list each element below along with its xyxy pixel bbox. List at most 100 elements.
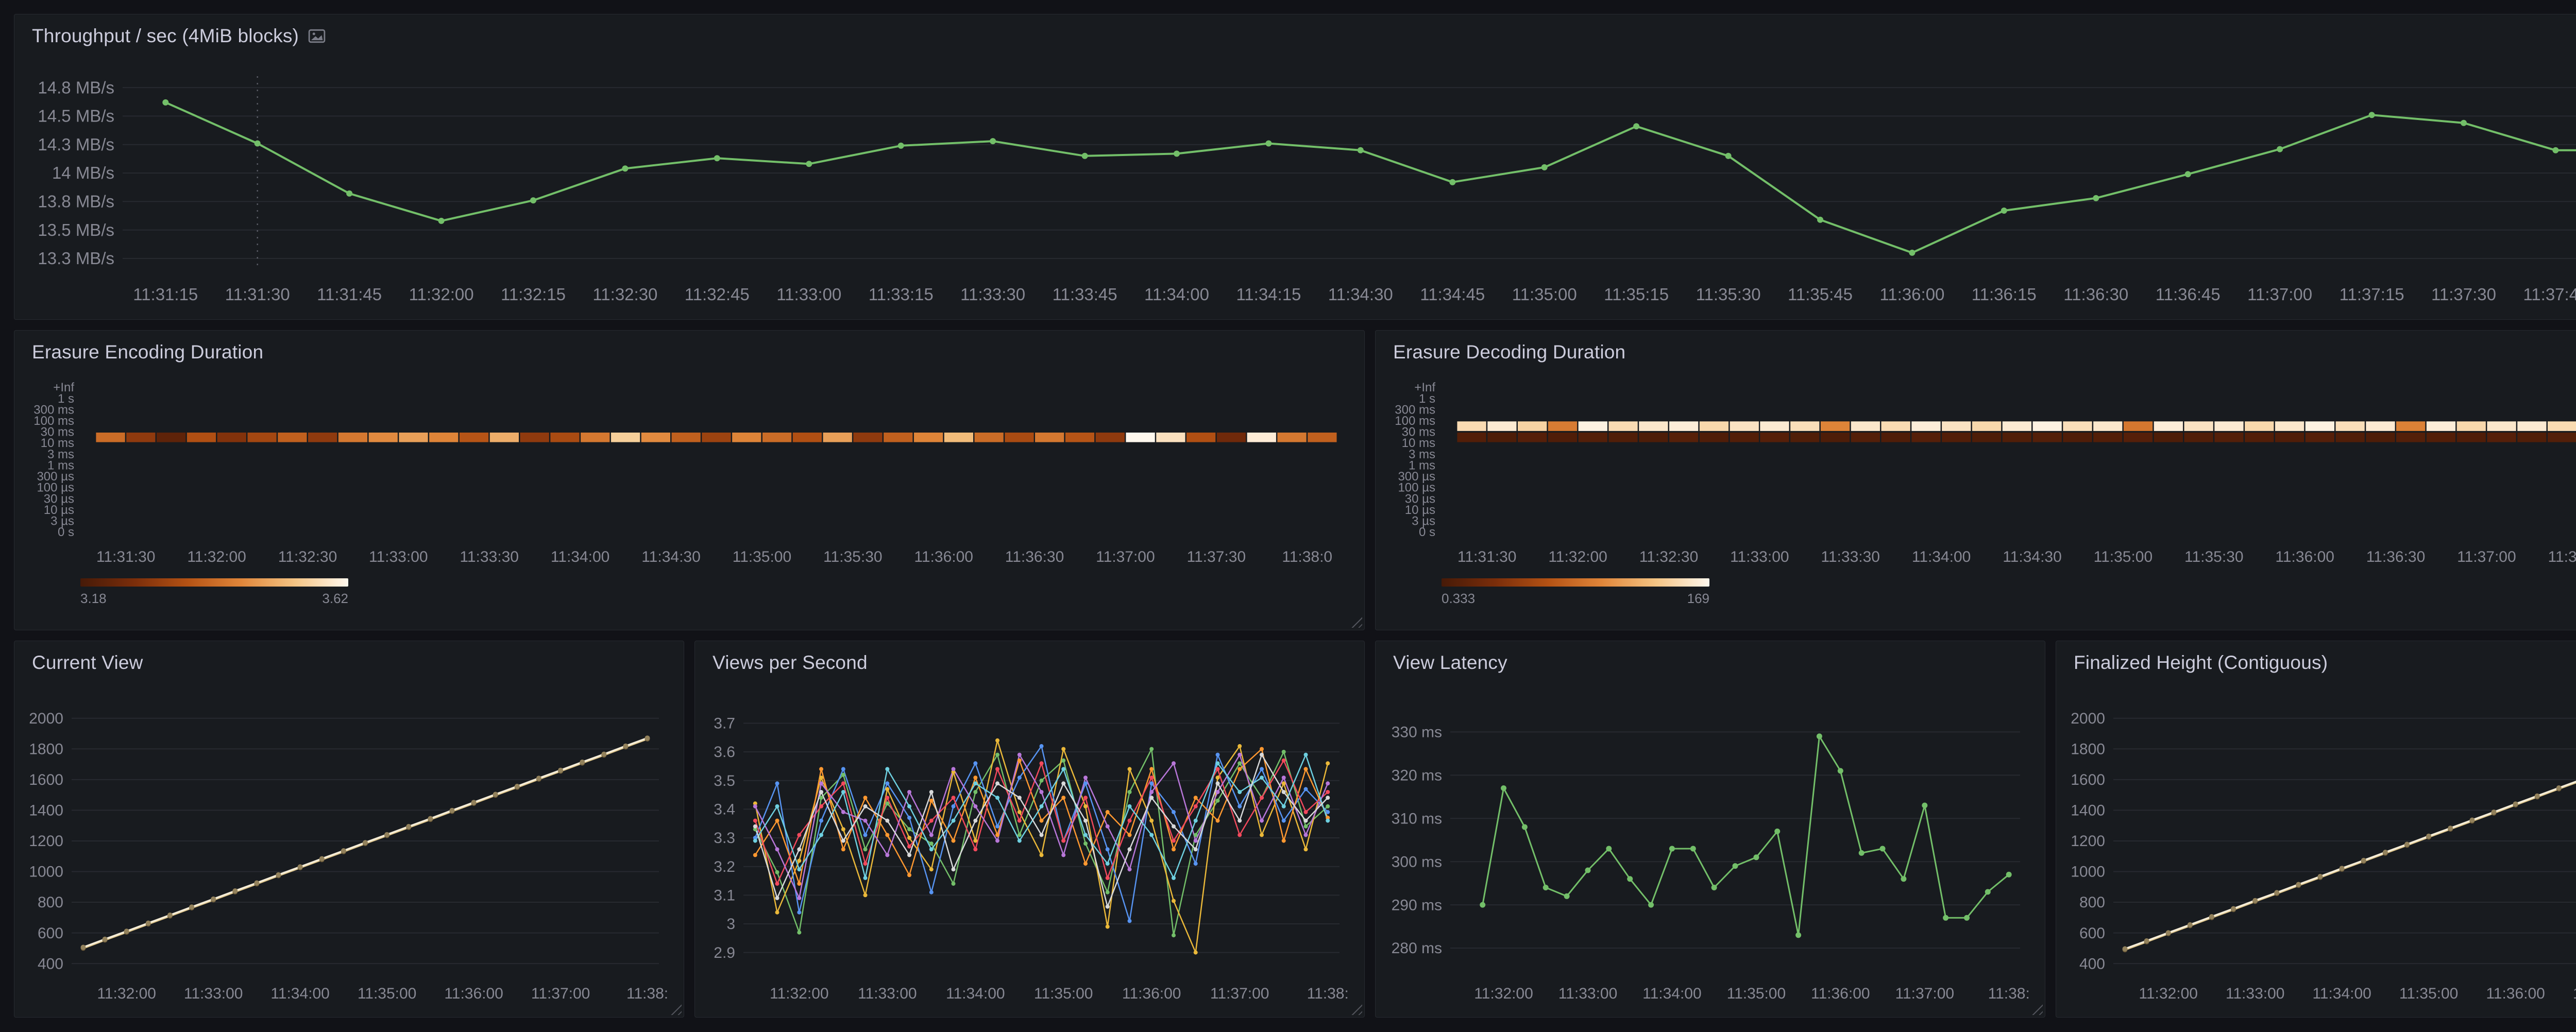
svg-text:11:35:00: 11:35:00 xyxy=(1727,985,1786,1002)
svg-text:11:35:30: 11:35:30 xyxy=(2184,548,2244,565)
panel-body-erasure-decoding: +Inf1 s300 ms100 ms30 ms10 ms3 ms1 ms300… xyxy=(1376,374,2576,630)
svg-text:11:38:: 11:38: xyxy=(1988,985,2030,1002)
svg-text:13.5 MB/s: 13.5 MB/s xyxy=(38,220,114,239)
svg-text:11:32:00: 11:32:00 xyxy=(770,985,829,1002)
panel-title-throughput: Throughput / sec (4MiB blocks) xyxy=(32,25,299,47)
svg-text:11:33:30: 11:33:30 xyxy=(960,285,1025,304)
panel-erasure-decoding: Erasure Decoding Duration +Inf1 s300 ms1… xyxy=(1375,330,2576,630)
svg-text:11:35:30: 11:35:30 xyxy=(1696,285,1761,304)
svg-text:11:38:: 11:38: xyxy=(1307,985,1349,1002)
views-per-second-chart[interactable]: 3.73.63.53.43.33.23.132.911:32:0011:33:0… xyxy=(700,684,1359,1012)
svg-text:1400: 1400 xyxy=(2071,802,2105,819)
svg-text:11:35:00: 11:35:00 xyxy=(1034,985,1093,1002)
svg-text:800: 800 xyxy=(2079,894,2105,911)
panel-header-view-latency[interactable]: View Latency xyxy=(1376,641,2045,684)
view-latency-chart[interactable]: 330 ms320 ms310 ms300 ms290 ms280 ms11:3… xyxy=(1381,684,2040,1012)
svg-text:11:35:30: 11:35:30 xyxy=(823,548,883,565)
svg-text:1800: 1800 xyxy=(2071,741,2105,758)
svg-text:11:34:15: 11:34:15 xyxy=(1236,285,1301,304)
svg-text:400: 400 xyxy=(2079,955,2105,972)
erasure-encoding-heatmap[interactable]: +Inf1 s300 ms100 ms30 ms10 ms3 ms1 ms300… xyxy=(20,374,1359,571)
svg-text:280 ms: 280 ms xyxy=(1392,940,1442,957)
svg-text:11:37:30: 11:37:30 xyxy=(2431,285,2496,304)
svg-text:11:36:00: 11:36:00 xyxy=(444,985,503,1002)
panel-body-throughput: 14.8 MB/s14.5 MB/s14.3 MB/s14 MB/s13.8 M… xyxy=(14,58,2576,319)
throughput-chart[interactable]: 14.8 MB/s14.5 MB/s14.3 MB/s14 MB/s13.8 M… xyxy=(20,58,2576,314)
finalized-height-chart[interactable]: 20001800160014001200100080060040011:32:0… xyxy=(2061,684,2576,1012)
svg-text:11:33:00: 11:33:00 xyxy=(1730,548,1789,565)
decoding-color-scale-gradient xyxy=(1442,578,1709,587)
panel-erasure-encoding: Erasure Encoding Duration +Inf1 s300 ms1… xyxy=(14,330,1365,630)
svg-text:11:37:30: 11:37:30 xyxy=(2548,548,2576,565)
svg-text:14.8 MB/s: 14.8 MB/s xyxy=(38,78,114,97)
panel-header-current-view[interactable]: Current View xyxy=(14,641,684,684)
decoding-scale-max: 169 xyxy=(1687,591,1709,607)
svg-text:11:34:00: 11:34:00 xyxy=(551,548,610,565)
current-view-chart[interactable]: 20001800160014001200100080060040011:32:0… xyxy=(20,684,679,1012)
svg-text:11:33:30: 11:33:30 xyxy=(460,548,519,565)
svg-text:11:32:00: 11:32:00 xyxy=(409,285,474,304)
svg-text:11:34:00: 11:34:00 xyxy=(1642,985,1702,1002)
svg-text:11:36:30: 11:36:30 xyxy=(2366,548,2426,565)
svg-text:11:37:00: 11:37:00 xyxy=(2573,985,2576,1002)
svg-text:11:32:00: 11:32:00 xyxy=(1548,548,1607,565)
svg-text:3.5: 3.5 xyxy=(714,772,735,789)
svg-text:11:35:00: 11:35:00 xyxy=(2094,548,2153,565)
panel-header-erasure-decoding[interactable]: Erasure Decoding Duration xyxy=(1376,331,2576,374)
panel-views-per-second: Views per Second 3.73.63.53.43.33.23.132… xyxy=(694,641,1365,1018)
svg-text:3.1: 3.1 xyxy=(714,887,735,904)
svg-text:11:38:0: 11:38:0 xyxy=(1282,548,1332,565)
svg-text:11:35:00: 11:35:00 xyxy=(2399,985,2459,1002)
decoding-scale-min: 0.333 xyxy=(1442,591,1475,607)
svg-text:300 ms: 300 ms xyxy=(1392,853,1442,870)
svg-text:330 ms: 330 ms xyxy=(1392,724,1442,741)
dashboard-row-3: Current View 200018001600140012001000800… xyxy=(14,641,2576,1018)
svg-text:14.3 MB/s: 14.3 MB/s xyxy=(38,135,114,154)
panel-header-views-per-second[interactable]: Views per Second xyxy=(695,641,1364,684)
svg-text:11:33:00: 11:33:00 xyxy=(2226,985,2285,1002)
svg-text:11:37:15: 11:37:15 xyxy=(2340,285,2404,304)
svg-text:1400: 1400 xyxy=(29,802,63,819)
svg-text:400: 400 xyxy=(38,955,63,972)
svg-text:14.5 MB/s: 14.5 MB/s xyxy=(38,107,114,126)
svg-text:0 s: 0 s xyxy=(58,525,74,539)
svg-text:11:33:00: 11:33:00 xyxy=(776,285,841,304)
svg-text:11:33:45: 11:33:45 xyxy=(1053,285,1117,304)
decoding-color-scale-legend: 0.333 169 xyxy=(1381,571,2576,625)
svg-text:290 ms: 290 ms xyxy=(1392,897,1442,914)
svg-text:11:36:00: 11:36:00 xyxy=(1122,985,1181,1002)
svg-text:11:36:00: 11:36:00 xyxy=(914,548,973,565)
svg-text:11:37:00: 11:37:00 xyxy=(531,985,590,1002)
panel-title-finalized-height: Finalized Height (Contiguous) xyxy=(2074,652,2328,674)
svg-text:1600: 1600 xyxy=(29,771,63,788)
panel-image-icon[interactable] xyxy=(308,27,326,45)
svg-text:11:36:00: 11:36:00 xyxy=(2275,548,2334,565)
svg-text:1600: 1600 xyxy=(2071,771,2105,788)
dashboard-row-1: Throughput / sec (4MiB blocks) 14.8 MB/s… xyxy=(14,14,2576,320)
svg-text:11:37:45: 11:37:45 xyxy=(2523,285,2576,304)
panel-header-erasure-encoding[interactable]: Erasure Encoding Duration xyxy=(14,331,1364,374)
panel-body-views-per-second: 3.73.63.53.43.33.23.132.911:32:0011:33:0… xyxy=(695,684,1364,1017)
panel-current-view: Current View 200018001600140012001000800… xyxy=(14,641,684,1018)
svg-text:11:34:00: 11:34:00 xyxy=(2312,985,2371,1002)
svg-text:11:32:30: 11:32:30 xyxy=(278,548,337,565)
svg-text:13.8 MB/s: 13.8 MB/s xyxy=(38,192,114,211)
panel-header-finalized-height[interactable]: Finalized Height (Contiguous) xyxy=(2056,641,2576,684)
svg-text:11:34:00: 11:34:00 xyxy=(270,985,330,1002)
svg-text:1200: 1200 xyxy=(29,833,63,850)
panel-header-throughput[interactable]: Throughput / sec (4MiB blocks) xyxy=(14,14,2576,58)
svg-text:11:31:45: 11:31:45 xyxy=(317,285,382,304)
svg-text:11:36:00: 11:36:00 xyxy=(1811,985,1870,1002)
svg-text:11:33:00: 11:33:00 xyxy=(1558,985,1618,1002)
grafana-dashboard: Throughput / sec (4MiB blocks) 14.8 MB/s… xyxy=(0,0,2576,1032)
svg-text:11:32:15: 11:32:15 xyxy=(501,285,566,304)
svg-text:11:32:00: 11:32:00 xyxy=(1474,985,1533,1002)
svg-text:11:37:00: 11:37:00 xyxy=(1895,985,1955,1002)
svg-text:11:34:30: 11:34:30 xyxy=(1328,285,1393,304)
svg-text:3.6: 3.6 xyxy=(714,744,735,761)
svg-text:11:33:00: 11:33:00 xyxy=(369,548,428,565)
panel-view-latency: View Latency 330 ms320 ms310 ms300 ms290… xyxy=(1375,641,2045,1018)
svg-text:3: 3 xyxy=(726,916,735,933)
erasure-decoding-heatmap[interactable]: +Inf1 s300 ms100 ms30 ms10 ms3 ms1 ms300… xyxy=(1381,374,2576,571)
svg-text:11:36:30: 11:36:30 xyxy=(2063,285,2128,304)
